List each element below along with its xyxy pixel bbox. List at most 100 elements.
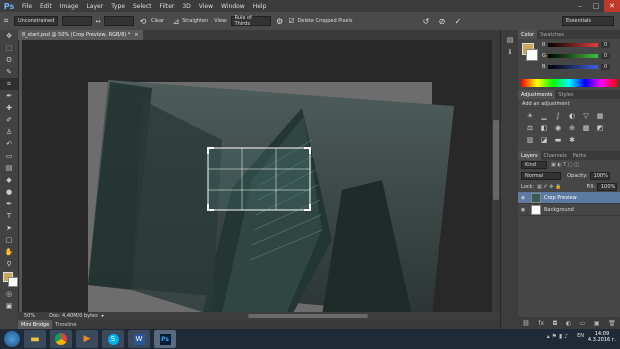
- view-overlay-select[interactable]: Rule of Thirds: [230, 15, 271, 27]
- color-spectrum[interactable]: [521, 79, 617, 87]
- new-layer-icon[interactable]: ▣: [594, 320, 600, 327]
- layer-row[interactable]: ◉ Crop Preview: [518, 192, 620, 204]
- shape-tool-icon[interactable]: ▢: [0, 234, 18, 246]
- slider-track[interactable]: [548, 43, 598, 47]
- photo-filter-icon[interactable]: ◉: [552, 123, 564, 133]
- eraser-tool-icon[interactable]: ▭: [0, 150, 18, 162]
- straighten-button[interactable]: Straighten: [182, 18, 208, 24]
- doc-info[interactable]: Doc: 4,40M/0 bytes: [49, 313, 98, 319]
- close-button[interactable]: ✕: [604, 0, 620, 12]
- tab-adjustments[interactable]: Adjustments: [518, 90, 556, 99]
- gear-icon[interactable]: ⚙: [274, 15, 286, 27]
- slider-track[interactable]: [548, 54, 598, 58]
- exposure-icon[interactable]: ◐: [566, 111, 578, 121]
- menu-window[interactable]: Window: [217, 3, 249, 10]
- tab-color[interactable]: Color: [518, 30, 538, 39]
- clear-button[interactable]: Clear: [151, 18, 164, 24]
- reset-icon[interactable]: ↺: [420, 15, 432, 27]
- word-icon[interactable]: W: [128, 330, 150, 348]
- maximize-button[interactable]: □: [588, 0, 604, 12]
- crop-tool-icon[interactable]: ⌗: [0, 78, 18, 90]
- gradient-tool-icon[interactable]: ▤: [0, 162, 18, 174]
- color-balance-icon[interactable]: ⚖: [524, 123, 536, 133]
- history-brush-icon[interactable]: ↶: [0, 138, 18, 150]
- workspace-select[interactable]: Essentials: [562, 16, 614, 26]
- color-lookup-icon[interactable]: ▩: [580, 123, 592, 133]
- close-tab-icon[interactable]: ×: [134, 32, 138, 38]
- status-arrow-icon[interactable]: ▸: [102, 313, 105, 319]
- fx-icon[interactable]: fx: [538, 320, 544, 327]
- media-player-icon[interactable]: ▶: [76, 330, 98, 348]
- language-indicator[interactable]: EN: [577, 333, 584, 339]
- filter-icons[interactable]: ▣ ◐ T ▢ ◫: [551, 162, 579, 168]
- document-tab[interactable]: 8_start.psd @ 50% (Crop Preview, RGB/8) …: [18, 30, 143, 40]
- lock-icons[interactable]: ▦ ✐ ✥ 🔒: [537, 184, 561, 190]
- history-panel-icon[interactable]: ▤: [501, 34, 519, 46]
- slider-value[interactable]: 0: [601, 64, 611, 70]
- screen-mode-icon[interactable]: ▣: [0, 300, 18, 312]
- explorer-icon[interactable]: ▬: [24, 330, 46, 348]
- menu-type[interactable]: Type: [107, 3, 129, 10]
- quick-select-tool-icon[interactable]: ✎: [0, 66, 18, 78]
- channel-mixer-icon[interactable]: ⊕: [566, 123, 578, 133]
- blur-tool-icon[interactable]: ◆: [0, 174, 18, 186]
- slider-r[interactable]: R0: [542, 42, 611, 48]
- menu-file[interactable]: File: [18, 3, 36, 10]
- quick-mask-icon[interactable]: ◎: [0, 288, 18, 300]
- slider-value[interactable]: 0: [601, 42, 611, 48]
- path-select-icon[interactable]: ➤: [0, 222, 18, 234]
- level-icon[interactable]: ⊿: [170, 15, 182, 27]
- photoshop-taskbar-icon[interactable]: Ps: [154, 330, 176, 348]
- levels-icon[interactable]: ▁: [538, 111, 550, 121]
- marquee-tool-icon[interactable]: ⬚: [0, 42, 18, 54]
- swap-icon[interactable]: ↔: [92, 15, 104, 27]
- straighten-icon[interactable]: ⟲: [137, 15, 149, 27]
- slider-b[interactable]: B0: [542, 64, 611, 70]
- menu-edit[interactable]: Edit: [36, 3, 56, 10]
- delete-cropped-checkbox[interactable]: ☑: [286, 15, 298, 27]
- minimize-button[interactable]: –: [572, 0, 588, 12]
- menu-image[interactable]: Image: [56, 3, 83, 10]
- zoom-level[interactable]: 50%: [24, 313, 35, 319]
- lasso-tool-icon[interactable]: ʘ: [0, 54, 18, 66]
- group-icon[interactable]: ▭: [580, 320, 586, 327]
- threshold-icon[interactable]: ◪: [538, 135, 550, 145]
- fill-field[interactable]: 100%: [597, 182, 617, 191]
- healing-tool-icon[interactable]: ✚: [0, 102, 18, 114]
- commit-icon[interactable]: ✓: [452, 15, 464, 27]
- cancel-icon[interactable]: ⊘: [436, 15, 448, 27]
- adjustment-layer-icon[interactable]: ◐: [566, 320, 571, 327]
- gradient-map-icon[interactable]: ▬: [552, 135, 564, 145]
- document-canvas[interactable]: [22, 40, 492, 315]
- properties-panel-icon[interactable]: ℹ: [501, 46, 519, 58]
- crop-tool-preset-icon[interactable]: ⌗: [0, 15, 12, 27]
- tab-mini-bridge[interactable]: Mini Bridge: [18, 320, 53, 329]
- dodge-tool-icon[interactable]: ●: [0, 186, 18, 198]
- vibrance-icon[interactable]: ▽: [580, 111, 592, 121]
- menu-view[interactable]: View: [195, 3, 217, 10]
- width-field[interactable]: [62, 16, 92, 26]
- visibility-icon[interactable]: ◉: [518, 195, 528, 201]
- tab-channels[interactable]: Channels: [541, 151, 570, 160]
- menu-layer[interactable]: Layer: [82, 3, 107, 10]
- tab-timeline[interactable]: Timeline: [52, 320, 79, 329]
- height-field[interactable]: [104, 16, 134, 26]
- visibility-icon[interactable]: ◉: [518, 207, 528, 213]
- trash-icon[interactable]: 🗑: [608, 320, 616, 327]
- menu-3d[interactable]: 3D: [178, 3, 194, 10]
- link-icon[interactable]: ⛓: [522, 320, 530, 327]
- hand-tool-icon[interactable]: ✋: [0, 246, 18, 258]
- start-button[interactable]: [4, 331, 20, 347]
- move-tool-icon[interactable]: ✥: [0, 30, 18, 42]
- tab-styles[interactable]: Styles: [555, 90, 576, 99]
- chrome-icon[interactable]: [50, 330, 72, 348]
- stamp-tool-icon[interactable]: ♙: [0, 126, 18, 138]
- mask-icon[interactable]: ◘: [553, 320, 558, 327]
- tray-icons[interactable]: ▴ ⚑ ▮ ♪: [547, 333, 568, 340]
- pen-tool-icon[interactable]: ✒: [0, 198, 18, 210]
- ratio-select[interactable]: Unconstrained: [14, 16, 58, 26]
- menu-help[interactable]: Help: [249, 3, 271, 10]
- scrollbar-thumb[interactable]: [493, 120, 499, 200]
- slider-g[interactable]: G0: [542, 53, 611, 59]
- menu-filter[interactable]: Filter: [156, 3, 179, 10]
